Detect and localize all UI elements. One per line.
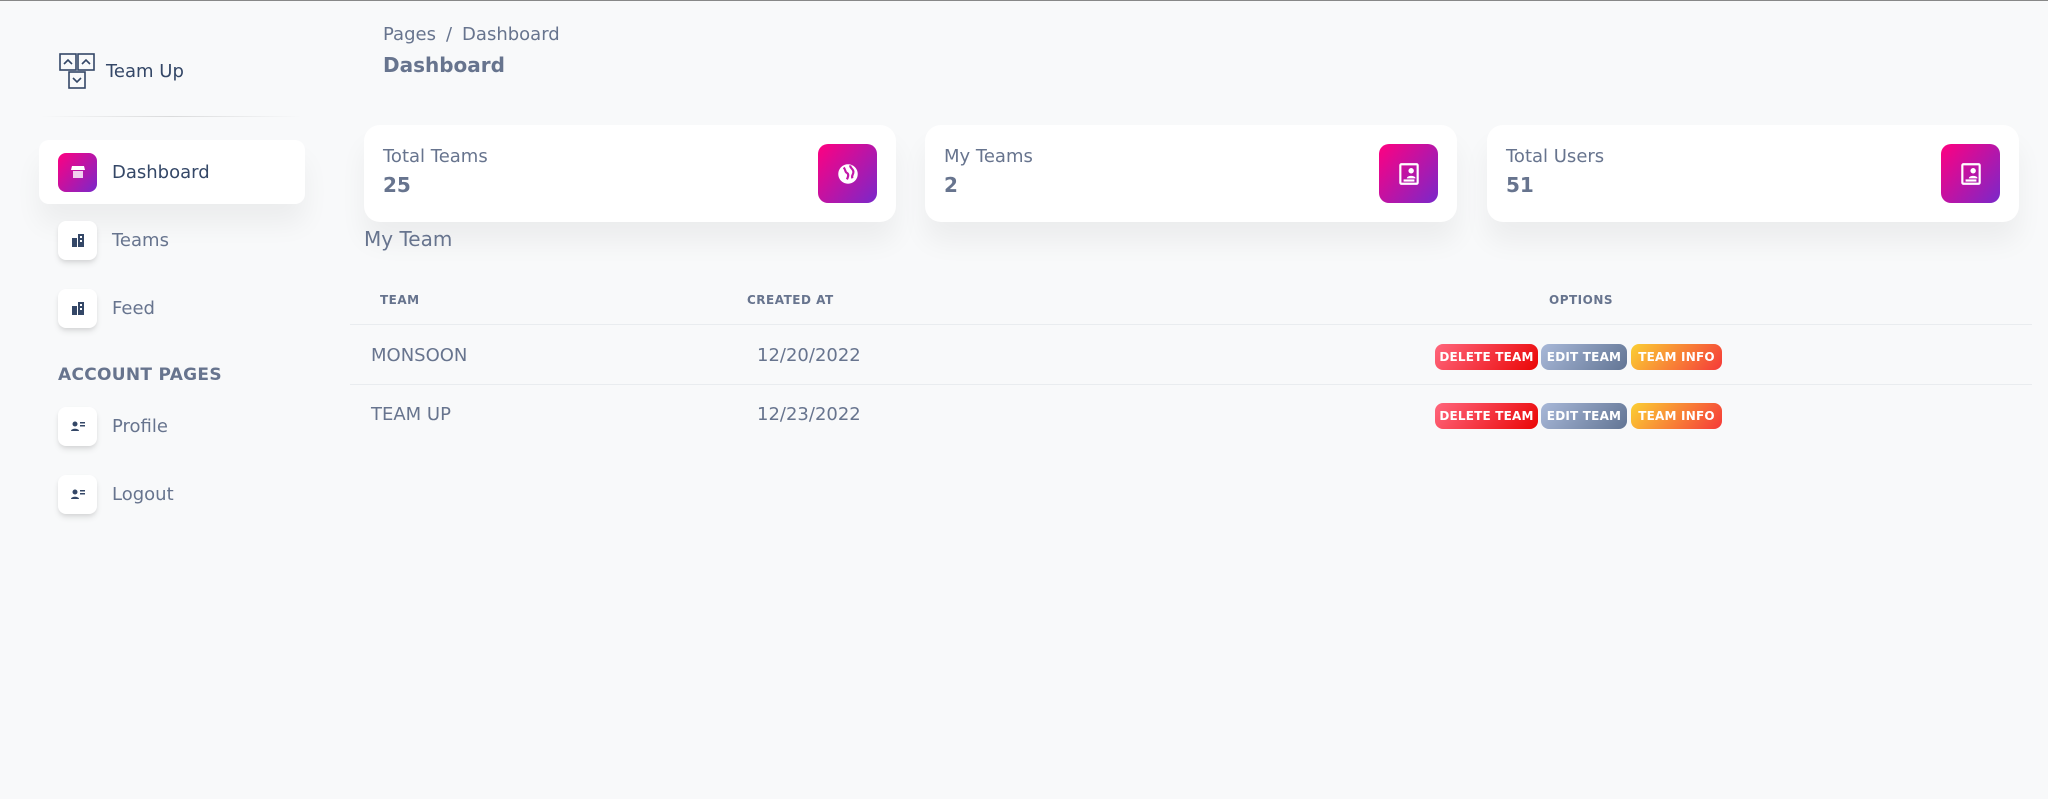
team-name-cell: MONSOON xyxy=(371,345,468,366)
team-name-cell: TEAM UP xyxy=(371,404,451,425)
breadcrumb-current: Dashboard xyxy=(462,24,560,45)
stat-label: Total Users xyxy=(1506,146,1605,167)
sidebar-item-teams[interactable]: Teams xyxy=(39,208,305,272)
delete-team-button[interactable]: DELETE TEAM xyxy=(1435,403,1538,429)
breadcrumb-root[interactable]: Pages xyxy=(383,24,436,45)
column-header-options: OPTIONS xyxy=(1549,293,1614,307)
brand[interactable]: Team Up xyxy=(59,53,184,89)
column-header-team: TEAM xyxy=(380,293,420,307)
team-info-button[interactable]: TEAM INFO xyxy=(1631,403,1722,429)
delete-team-button[interactable]: DELETE TEAM xyxy=(1435,344,1538,370)
sidebar-item-label: Profile xyxy=(112,415,168,437)
sidebar-item-label: Dashboard xyxy=(112,161,210,183)
sidebar-item-profile[interactable]: Profile xyxy=(39,394,305,458)
sidebar-item-label: Teams xyxy=(112,229,169,251)
stat-label: Total Teams xyxy=(383,146,488,167)
stat-value: 51 xyxy=(1506,173,1534,197)
stat-card-my-teams: My Teams 2 xyxy=(925,125,1457,222)
office-icon xyxy=(58,288,97,328)
stat-value: 25 xyxy=(383,173,411,197)
brand-name: Team Up xyxy=(106,60,184,82)
account-pages-heading: ACCOUNT PAGES xyxy=(58,365,222,385)
badge-icon xyxy=(1379,144,1438,203)
stat-value: 2 xyxy=(944,173,958,197)
stat-card-total-users: Total Users 51 xyxy=(1487,125,2019,222)
created-at-cell: 12/20/2022 xyxy=(757,345,861,366)
team-info-button[interactable]: TEAM INFO xyxy=(1631,344,1722,370)
page-title: Dashboard xyxy=(383,53,505,77)
divider xyxy=(40,116,302,117)
office-icon xyxy=(58,220,97,260)
sidebar-item-logout[interactable]: Logout xyxy=(39,462,305,526)
sidebar-item-dashboard[interactable]: Dashboard xyxy=(39,140,305,204)
badge-icon xyxy=(1941,144,2000,203)
breadcrumb: Pages / Dashboard xyxy=(383,24,560,45)
user-card-icon xyxy=(58,406,97,446)
globe-icon xyxy=(818,144,877,203)
breadcrumb-separator: / xyxy=(445,24,453,45)
stat-card-total-teams: Total Teams 25 xyxy=(364,125,896,222)
divider xyxy=(350,384,2032,385)
shop-icon xyxy=(58,152,97,192)
edit-team-button[interactable]: EDIT TEAM xyxy=(1541,344,1627,370)
created-at-cell: 12/23/2022 xyxy=(757,404,861,425)
sidebar-item-feed[interactable]: Feed xyxy=(39,276,305,340)
team-up-logo-icon xyxy=(59,53,95,89)
edit-team-button[interactable]: EDIT TEAM xyxy=(1541,403,1627,429)
sidebar-item-label: Feed xyxy=(112,297,155,319)
stat-label: My Teams xyxy=(944,146,1033,167)
user-card-icon xyxy=(58,474,97,514)
divider xyxy=(350,324,2032,325)
column-header-created-at: CREATED AT xyxy=(747,293,834,307)
table-title: My Team xyxy=(364,227,453,251)
sidebar-item-label: Logout xyxy=(112,483,174,505)
sidebar: Team Up Dashboard Teams Feed ACCOUNT PAG… xyxy=(0,1,320,799)
